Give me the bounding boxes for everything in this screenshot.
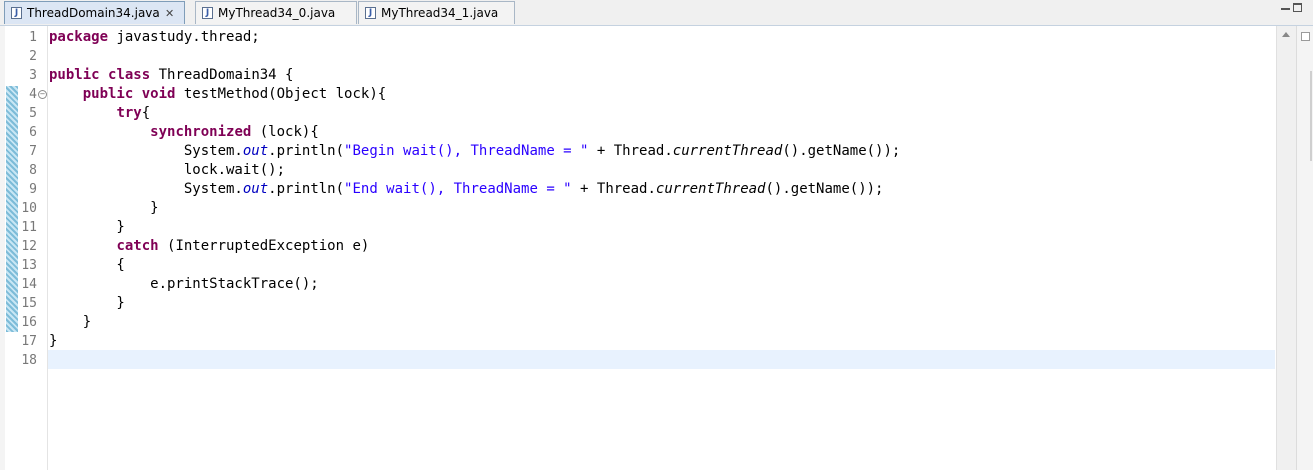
line-number: 1: [29, 30, 37, 45]
code-token: synchronized: [150, 124, 252, 140]
code-token: System.: [49, 181, 243, 197]
code-line[interactable]: lock.wait();: [49, 161, 285, 180]
tab-mythread34-1-java[interactable]: J MyThread34_1.java: [358, 1, 515, 24]
code-token: lock.wait();: [49, 162, 286, 178]
code-token: }: [49, 219, 125, 235]
line-number: 14: [21, 277, 37, 292]
code-line[interactable]: synchronized (lock){: [49, 123, 319, 142]
code-token: ThreadDomain34 {: [150, 67, 294, 83]
code-token: }: [49, 314, 92, 330]
code-token: + Thread.: [588, 143, 673, 159]
change-indicator-bar: [6, 86, 18, 332]
code-token: package: [49, 29, 109, 45]
overview-marker: [1310, 71, 1312, 161]
overview-ruler: [1296, 26, 1313, 470]
line-number: 8: [29, 163, 37, 178]
code-token: "Begin wait(), ThreadName = ": [344, 143, 589, 159]
code-token: ().getName());: [765, 181, 884, 197]
code-token: {: [49, 257, 125, 273]
java-file-icon: J: [11, 7, 22, 19]
line-number: 7: [29, 144, 37, 159]
scroll-up-arrow-icon[interactable]: [1282, 32, 1290, 37]
code-token: out: [242, 181, 269, 197]
code-token: testMethod(Object lock){: [175, 86, 387, 102]
code-token: .println(: [268, 181, 345, 197]
line-number: 4: [29, 87, 37, 102]
minimize-icon[interactable]: [1281, 3, 1290, 10]
line-number: 17: [21, 334, 37, 349]
tab-label: MyThread34_1.java: [381, 6, 499, 20]
code-token: public: [49, 67, 100, 83]
tab-threaddomain34-java[interactable]: J ThreadDomain34.java ✕: [4, 1, 185, 24]
code-line[interactable]: e.printStackTrace();: [49, 275, 319, 294]
line-number: 15: [21, 296, 37, 311]
current-line-highlight: [48, 350, 1275, 369]
code-token: .println(: [268, 143, 345, 159]
code-line[interactable]: package javastudy.thread;: [49, 28, 260, 47]
maximize-icon[interactable]: [1293, 3, 1302, 12]
code-token: {: [141, 105, 151, 121]
code-token: out: [242, 143, 269, 159]
line-number: 3: [29, 68, 37, 83]
code-token: }: [49, 295, 125, 311]
code-line[interactable]: }: [49, 332, 57, 351]
code-token: System.: [49, 143, 243, 159]
line-number: 13: [21, 258, 37, 273]
code-line[interactable]: }: [49, 199, 159, 218]
code-line[interactable]: public void testMethod(Object lock){: [49, 85, 386, 104]
code-line[interactable]: }: [49, 294, 125, 313]
code-line[interactable]: try{: [49, 104, 150, 123]
line-number: 10: [21, 201, 37, 216]
close-icon[interactable]: ✕: [165, 2, 174, 25]
line-number: 11: [21, 220, 37, 235]
tab-mythread34-0-java[interactable]: J MyThread34_0.java: [195, 1, 357, 24]
code-token: try: [116, 105, 142, 121]
java-file-icon: J: [202, 7, 213, 19]
editor-tab-bar: J ThreadDomain34.java ✕ J MyThread34_0.j…: [0, 0, 1313, 26]
code-line[interactable]: public class ThreadDomain34 {: [49, 66, 293, 85]
code-line[interactable]: catch (InterruptedException e): [49, 237, 369, 256]
code-token: currentThread: [672, 143, 783, 159]
code-token: }: [49, 200, 159, 216]
code-token: public: [82, 86, 134, 102]
code-token: + Thread.: [571, 181, 656, 197]
line-number: 2: [29, 49, 37, 64]
vertical-scrollbar[interactable]: [1276, 26, 1297, 470]
tab-label: MyThread34_0.java: [218, 6, 336, 20]
line-number: 16: [21, 315, 37, 330]
code-token: ().getName());: [782, 143, 901, 159]
code-line[interactable]: }: [49, 218, 125, 237]
overview-box-icon: [1301, 32, 1310, 41]
code-token: currentThread: [655, 181, 766, 197]
code-token: javastudy.thread;: [108, 29, 260, 45]
line-number: 18: [21, 353, 37, 368]
code-token: "End wait(), ThreadName = ": [344, 181, 572, 197]
line-number: 6: [29, 125, 37, 140]
code-token: e.printStackTrace();: [49, 276, 319, 292]
java-file-icon: J: [365, 7, 376, 19]
code-token: class: [108, 67, 151, 83]
code-token: catch: [116, 238, 159, 254]
code-line[interactable]: System.out.println("End wait(), ThreadNa…: [49, 180, 884, 199]
tab-label: ThreadDomain34.java: [27, 6, 160, 20]
code-token: (lock){: [251, 124, 319, 140]
fold-toggle-icon[interactable]: −: [38, 90, 47, 99]
code-token: void: [141, 86, 176, 102]
code-token: (InterruptedException e): [158, 238, 370, 254]
code-line[interactable]: {: [49, 256, 125, 275]
code-token: }: [49, 333, 58, 349]
line-number: 5: [29, 106, 37, 121]
line-number: 12: [21, 239, 37, 254]
code-line[interactable]: }: [49, 313, 91, 332]
code-line[interactable]: System.out.println("Begin wait(), Thread…: [49, 142, 901, 161]
line-number: 9: [29, 182, 37, 197]
window-controls: [1281, 3, 1305, 15]
